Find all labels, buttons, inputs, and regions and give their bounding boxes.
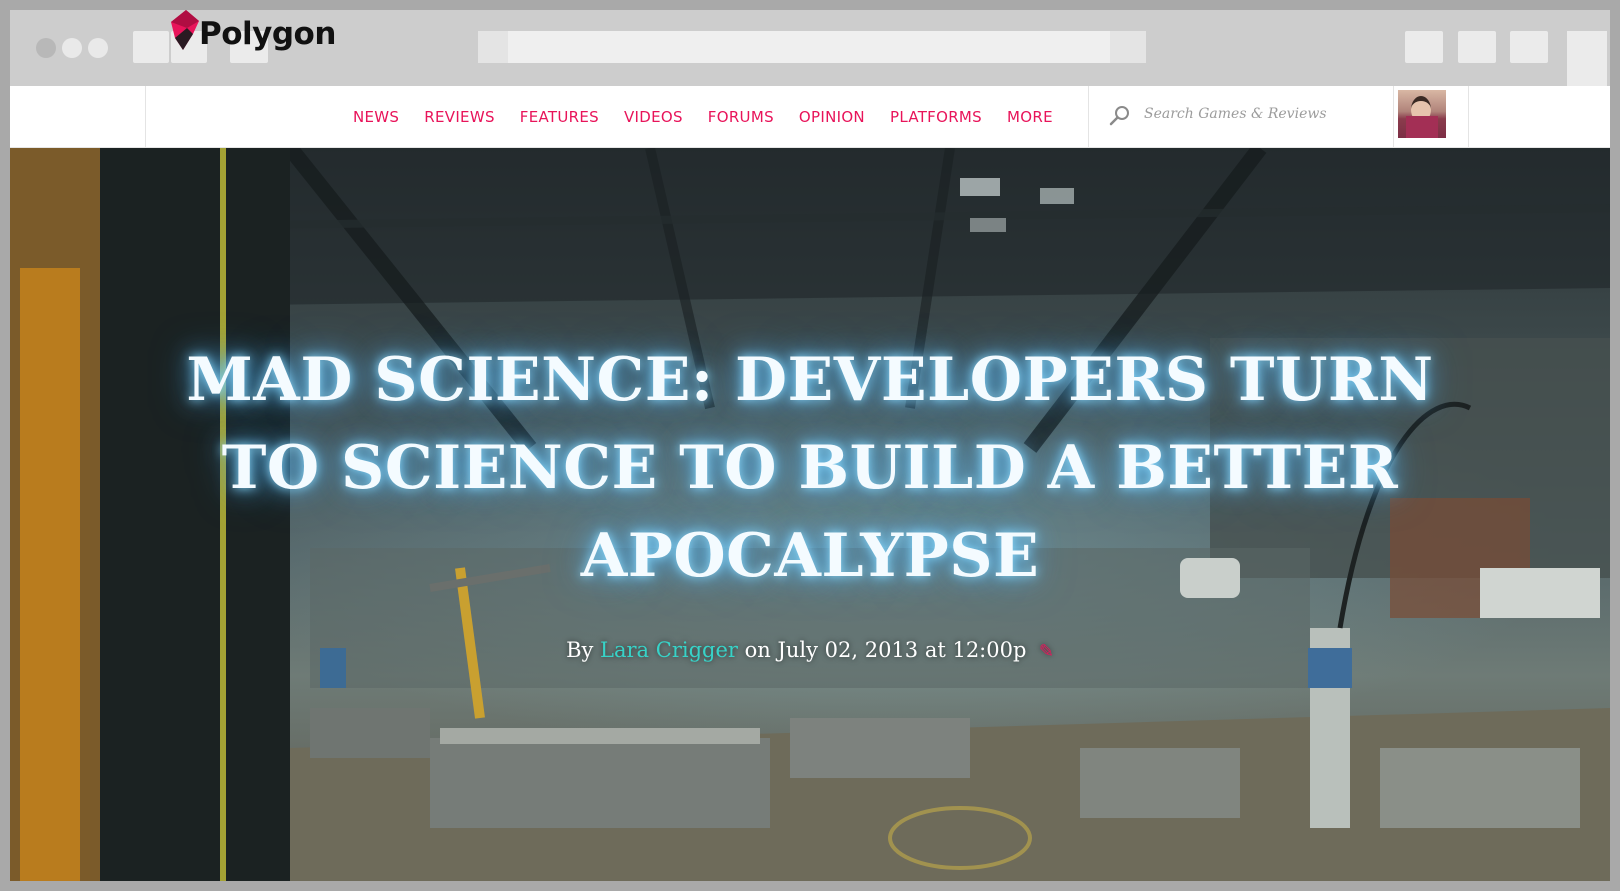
address-bar[interactable] [478, 31, 1146, 63]
byline-prefix: By [566, 638, 601, 662]
nav-platforms[interactable]: PLATFORMS [890, 108, 982, 126]
nav-forums[interactable]: FORUMS [708, 108, 774, 126]
nav-news[interactable]: NEWS [353, 108, 399, 126]
toolbar-button-1[interactable] [1405, 31, 1443, 63]
nav-opinion[interactable]: OPINION [799, 108, 865, 126]
article-byline: By Lara Crigger on July 02, 2013 at 12:0… [170, 638, 1450, 662]
header-divider [1468, 86, 1469, 147]
pencil-icon: ✎ [1033, 641, 1054, 662]
nav-more[interactable]: MORE [1007, 108, 1053, 126]
byline-date: on July 02, 2013 at 12:00p [737, 638, 1027, 662]
nav-reviews[interactable]: REVIEWS [424, 108, 495, 126]
header-divider [145, 86, 146, 147]
search-box[interactable]: Search Games & Reviews [1098, 86, 1398, 147]
toolbar-button-2[interactable] [1458, 31, 1496, 63]
polygon-logo[interactable]: Polygon [163, 8, 338, 54]
nav-features[interactable]: FEATURES [520, 108, 599, 126]
header-divider [1088, 86, 1089, 147]
search-icon[interactable] [1108, 104, 1132, 128]
window-close-button[interactable] [36, 38, 56, 58]
window-zoom-button[interactable] [88, 38, 108, 58]
main-nav: NEWS REVIEWS FEATURES VIDEOS FORUMS OPIN… [353, 86, 1078, 147]
toolbar-button-3[interactable] [1510, 31, 1548, 63]
polygon-logo-icon [171, 10, 199, 50]
hero-image: MAD SCIENCE: DEVELOPERS TURN TO SCIENCE … [10, 148, 1610, 881]
author-link[interactable]: Lara Crigger [600, 638, 738, 662]
nav-videos[interactable]: VIDEOS [624, 108, 683, 126]
article-headline[interactable]: MAD SCIENCE: DEVELOPERS TURN TO SCIENCE … [170, 336, 1450, 600]
window-minimize-button[interactable] [62, 38, 82, 58]
search-input[interactable]: Search Games & Reviews [1144, 106, 1327, 122]
logo-text: Polygon [199, 16, 336, 52]
toolbar-button-4[interactable] [1567, 31, 1607, 86]
address-field[interactable] [508, 31, 1110, 63]
avatar[interactable] [1398, 90, 1446, 138]
